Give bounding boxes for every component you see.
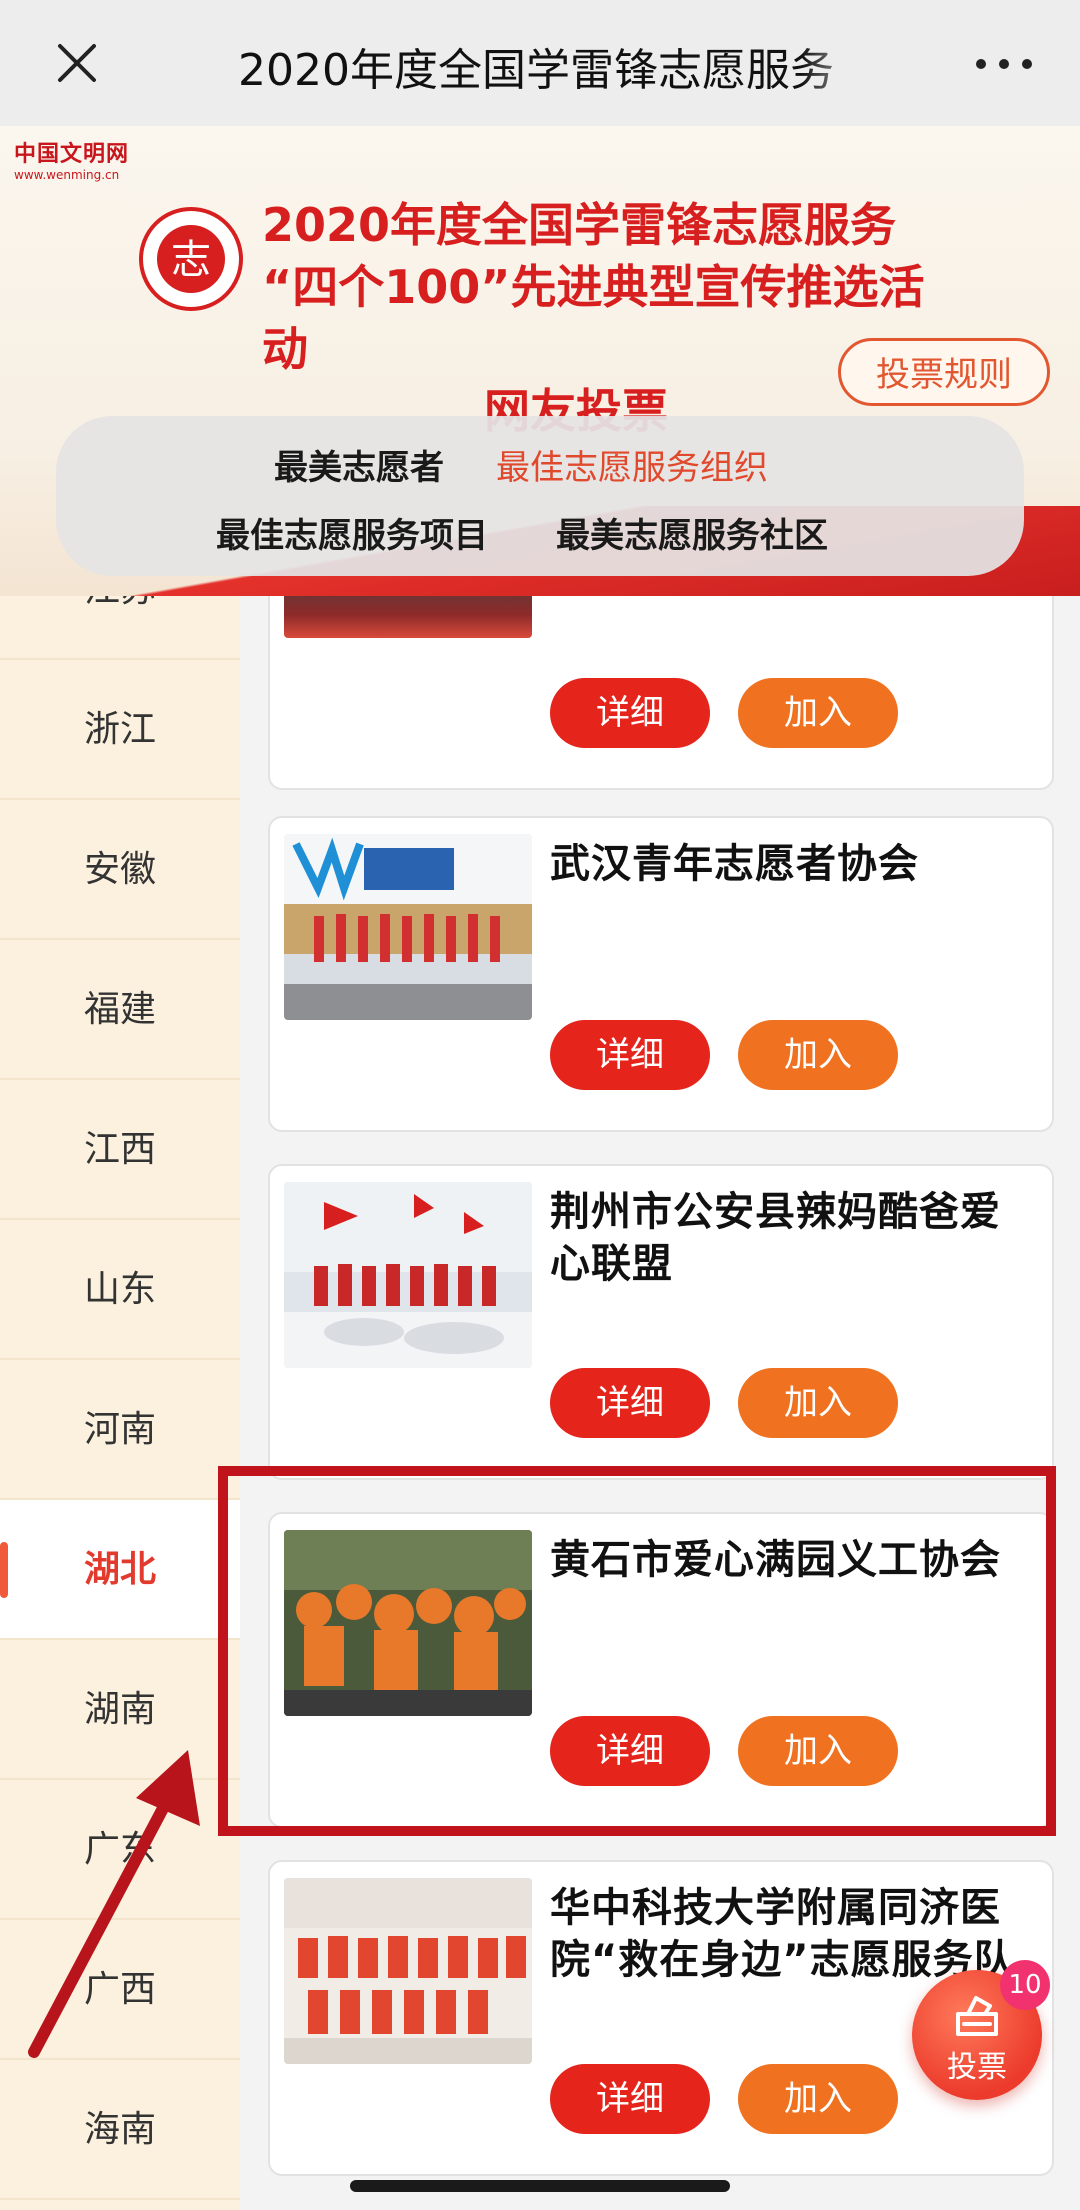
organization-card: 详细 加入 bbox=[268, 596, 1054, 790]
organization-name: 武汉青年志愿者协会 bbox=[550, 841, 919, 887]
close-icon[interactable] bbox=[52, 38, 102, 88]
sidebar-item-anhui[interactable]: 安徽 bbox=[0, 800, 240, 940]
sidebar-item-zhejiang[interactable]: 浙江 bbox=[0, 660, 240, 800]
organization-name: 荆州市公安县辣妈酷爸爱心联盟 bbox=[550, 1189, 1001, 1287]
sidebar-item-jiangsu[interactable]: 江苏 bbox=[0, 596, 240, 660]
join-button[interactable]: 加入 bbox=[738, 678, 898, 748]
organization-photo[interactable] bbox=[284, 1182, 532, 1368]
organization-card: 武汉青年志愿者协会 详细 加入 bbox=[268, 816, 1054, 1132]
more-icon[interactable] bbox=[976, 44, 1032, 84]
site-logo-url: www.wenming.cn bbox=[14, 168, 120, 182]
headline-line-1: 2020年度全国学雷锋志愿服务 bbox=[262, 198, 897, 252]
join-button[interactable]: 加入 bbox=[738, 1368, 898, 1438]
voting-rules-button[interactable]: 投票规则 bbox=[838, 338, 1050, 406]
campaign-banner: 中国文明网 www.wenming.cn 志 2020年度全国学雷锋志愿服务 “… bbox=[0, 126, 1080, 596]
tab-best-volunteer-organization[interactable]: 最佳志愿服务组织 bbox=[496, 440, 768, 489]
banner-headline: 2020年度全国学雷锋志愿服务 “四个100”先进典型宣传推选活动 网友投票 bbox=[262, 194, 962, 442]
organization-photo[interactable] bbox=[284, 1878, 532, 2064]
organization-list[interactable]: 详细 加入 武汉青年志愿者协会 详细 加入 荆州市公安县辣妈酷爸爱心联盟 详细 … bbox=[240, 596, 1080, 2210]
tab-best-volunteer-community[interactable]: 最美志愿服务社区 bbox=[556, 508, 828, 557]
vote-button-label: 投票 bbox=[947, 2050, 1007, 2085]
join-button[interactable]: 加入 bbox=[738, 1020, 898, 1090]
sidebar-item-shandong[interactable]: 山东 bbox=[0, 1220, 240, 1360]
sidebar-item-fujian[interactable]: 福建 bbox=[0, 940, 240, 1080]
annotation-arrow-icon bbox=[28, 1750, 200, 2058]
page-title: 2020年度全国学雷锋志愿服务 bbox=[238, 45, 834, 94]
site-logo-name: 中国文明网 bbox=[14, 142, 130, 167]
emblem-char: 志 bbox=[171, 237, 211, 283]
join-button[interactable]: 加入 bbox=[738, 2064, 898, 2134]
vote-count-badge: 10 bbox=[1000, 1960, 1050, 2010]
sidebar-item-jiangxi[interactable]: 江西 bbox=[0, 1080, 240, 1220]
tab-best-volunteer-project[interactable]: 最佳志愿服务项目 bbox=[216, 508, 488, 557]
detail-button[interactable]: 详细 bbox=[550, 678, 710, 748]
sidebar-item-hainan[interactable]: 海南 bbox=[0, 2060, 240, 2200]
tab-most-beautiful-volunteer[interactable]: 最美志愿者 bbox=[274, 440, 444, 489]
home-indicator[interactable] bbox=[350, 2180, 730, 2192]
organization-photo[interactable] bbox=[284, 834, 532, 1020]
volunteer-emblem-icon: 志 bbox=[136, 204, 246, 314]
detail-button[interactable]: 详细 bbox=[550, 1368, 710, 1438]
site-logo: 中国文明网 www.wenming.cn bbox=[14, 136, 129, 182]
highlight-box bbox=[218, 1466, 1056, 1836]
organization-card: 荆州市公安县辣妈酷爸爱心联盟 详细 加入 bbox=[268, 1164, 1054, 1480]
detail-button[interactable]: 详细 bbox=[550, 1020, 710, 1090]
detail-button[interactable]: 详细 bbox=[550, 2064, 710, 2134]
organization-photo[interactable] bbox=[284, 596, 532, 638]
ballot-box-icon bbox=[956, 1996, 998, 2036]
sidebar-item-henan[interactable]: 河南 bbox=[0, 1360, 240, 1500]
top-bar: 2020年度全国学雷锋志愿服务 bbox=[0, 0, 1080, 126]
sidebar-item-hubei[interactable]: 湖北 bbox=[0, 1500, 240, 1640]
category-tabs: 最美志愿者 最佳志愿服务组织 最佳志愿服务项目 最美志愿服务社区 bbox=[56, 416, 1024, 576]
